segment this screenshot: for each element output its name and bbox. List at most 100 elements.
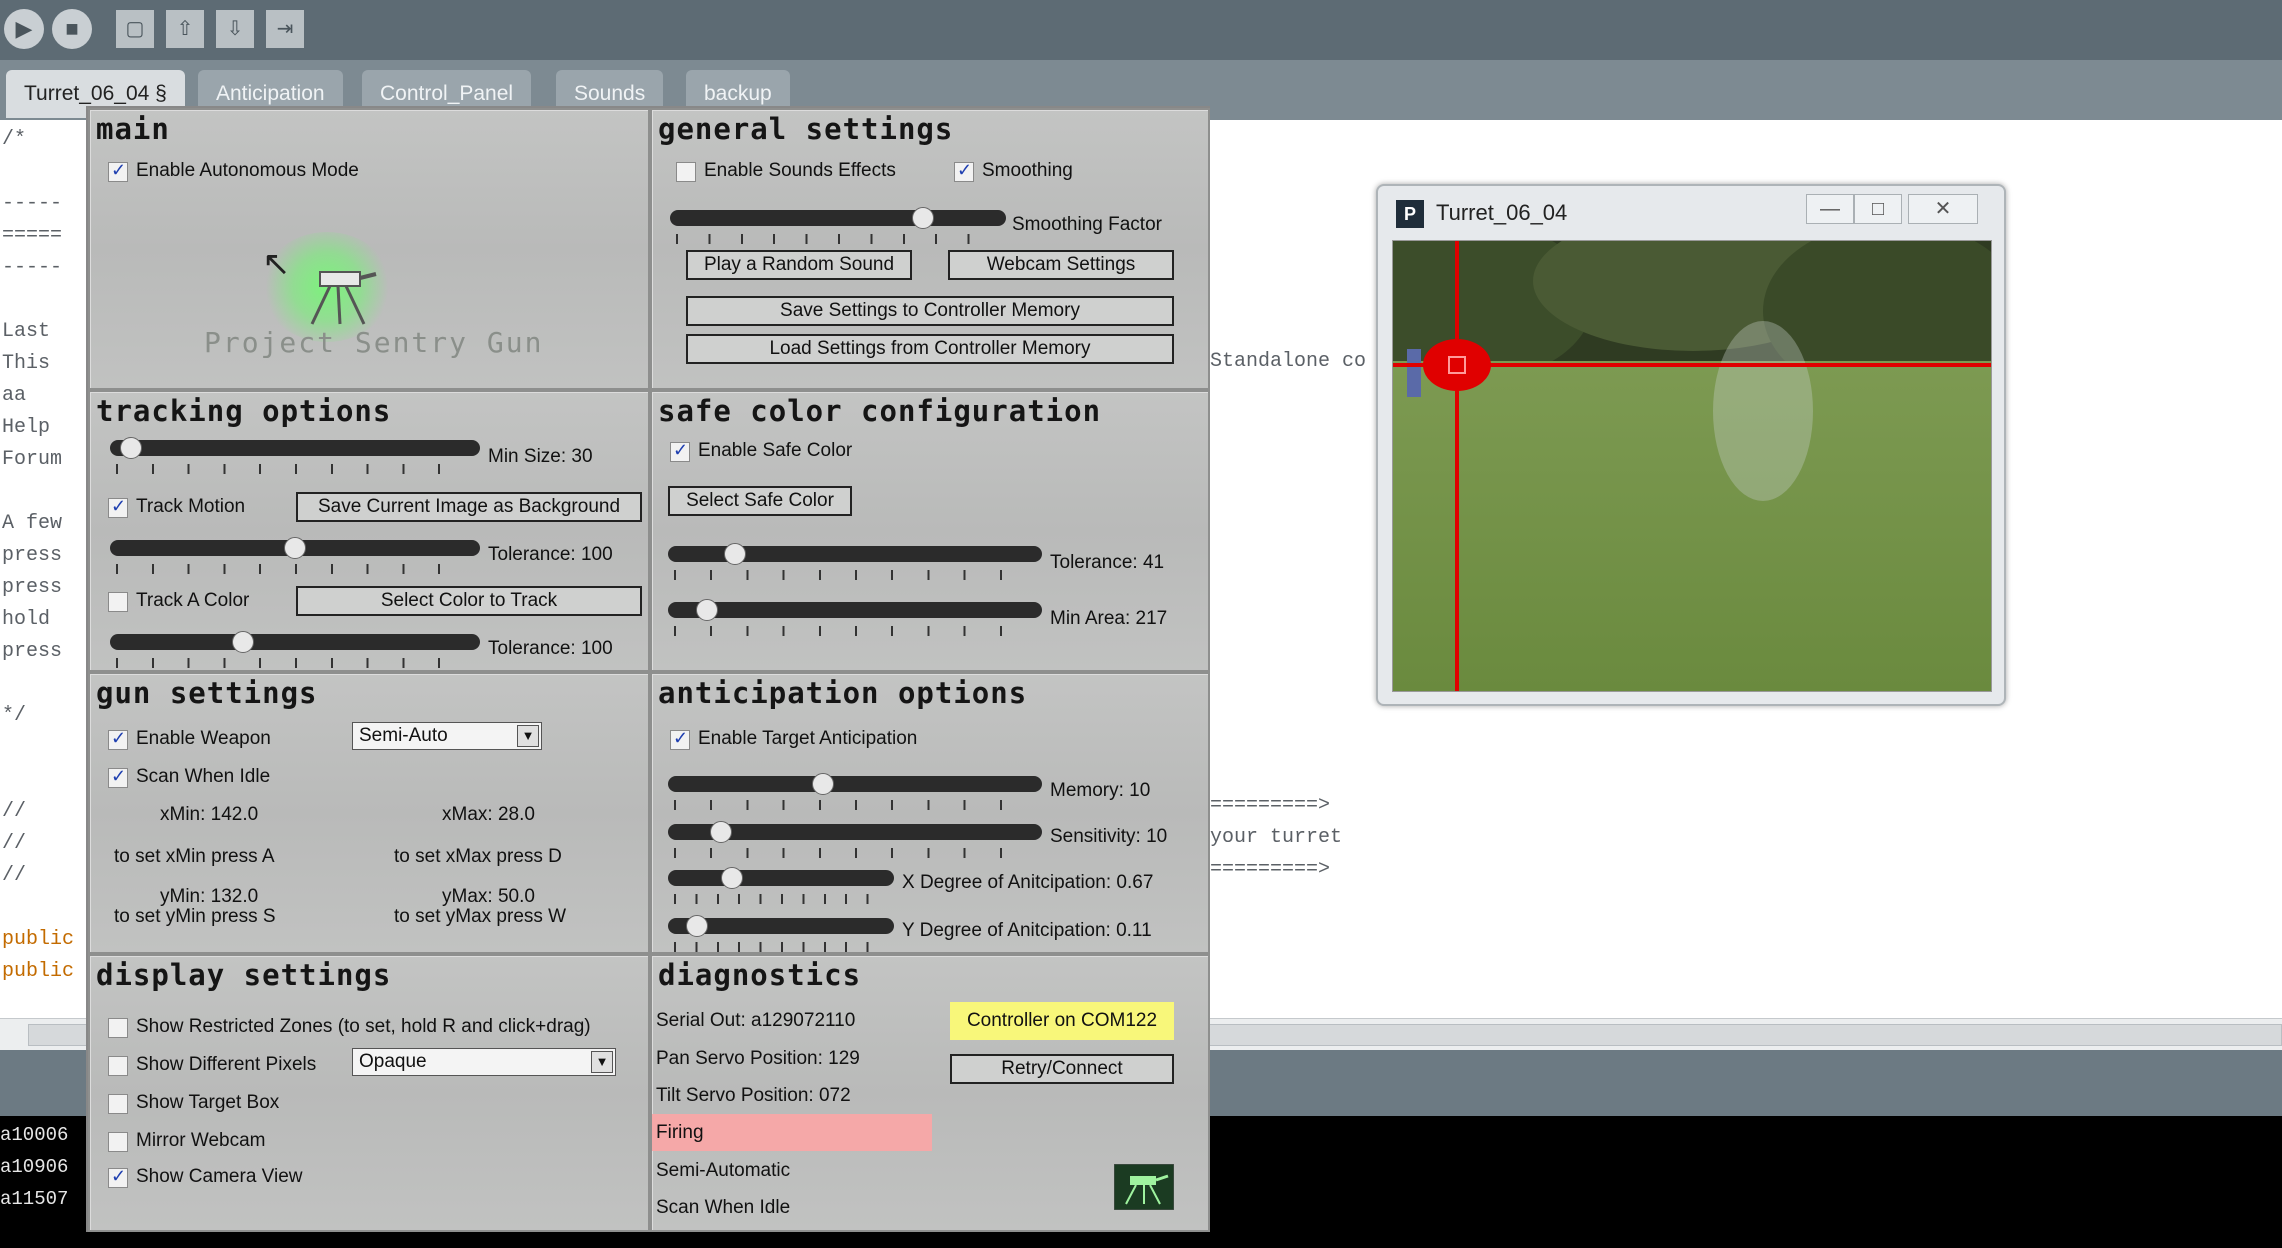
serial-out-status: Serial Out: a129072110 xyxy=(656,1010,856,1031)
open-icon[interactable]: ⇧ xyxy=(166,10,204,48)
save-background-button[interactable]: Save Current Image as Background xyxy=(296,492,642,522)
code-line: // xyxy=(2,864,27,887)
pixel-mode-select[interactable]: Opaque ▼ xyxy=(352,1048,616,1076)
show-different-pixels-checkbox[interactable] xyxy=(108,1056,128,1076)
camera-window: P Turret_06_04 — □ ✕ xyxy=(1376,184,2006,706)
set-xmax-hint: to set xMax press D xyxy=(394,846,562,867)
sensitivity-slider[interactable] xyxy=(668,820,1042,860)
show-target-box-checkbox[interactable] xyxy=(108,1094,128,1114)
code-fragment: Standalone co xyxy=(1210,350,1367,373)
y-degree-slider[interactable] xyxy=(668,914,894,954)
enable-anticipation-label: Enable Target Anticipation xyxy=(698,728,918,749)
display-settings-section: display settings Show Restricted Zones (… xyxy=(88,954,650,1232)
track-color-checkbox[interactable] xyxy=(108,592,128,612)
scan-idle-status: Scan When Idle xyxy=(656,1197,791,1218)
select-safe-color-button[interactable]: Select Safe Color xyxy=(668,486,852,516)
color-tolerance-slider[interactable] xyxy=(110,630,480,670)
gun-settings-section: gun settings Enable Weapon Semi-Auto ▼ Sc… xyxy=(88,672,650,954)
control-panel: main Enable Autonomous Mode Project Sent… xyxy=(86,106,1210,1232)
smoothing-checkbox[interactable] xyxy=(954,160,974,182)
track-motion-label: Track Motion xyxy=(136,496,246,517)
firing-status: Firing xyxy=(652,1114,932,1151)
code-line: // xyxy=(2,800,27,823)
enable-safe-color-checkbox[interactable] xyxy=(670,440,690,462)
run-icon[interactable]: ▶ xyxy=(4,9,44,49)
track-motion-checkbox[interactable] xyxy=(108,496,128,518)
section-title: general settings xyxy=(658,112,954,146)
stop-icon[interactable]: ■ xyxy=(52,9,92,49)
smoothing-factor-slider[interactable] xyxy=(670,206,1006,246)
maximize-icon[interactable]: □ xyxy=(1854,194,1902,224)
target-marker xyxy=(1423,339,1491,391)
mirror-webcam-label: Mirror Webcam xyxy=(136,1130,266,1151)
console-line: a10906 xyxy=(0,1156,69,1178)
show-restricted-zones-checkbox[interactable] xyxy=(108,1018,128,1038)
scan-idle-checkbox[interactable] xyxy=(108,766,128,788)
main-section: main Enable Autonomous Mode Project Sent… xyxy=(88,108,650,390)
chevron-down-icon[interactable]: ▼ xyxy=(517,725,539,747)
code-line: ----- xyxy=(2,256,63,279)
save-icon[interactable]: ⇩ xyxy=(216,10,254,48)
export-icon[interactable]: ⇥ xyxy=(266,10,304,48)
retry-connect-button[interactable]: Retry/Connect xyxy=(950,1054,1174,1084)
load-settings-button[interactable]: Load Settings from Controller Memory xyxy=(686,334,1174,364)
enable-autonomous-checkbox[interactable] xyxy=(108,160,128,182)
section-title: diagnostics xyxy=(658,958,862,992)
code-line: hold xyxy=(2,608,51,631)
code-line: public xyxy=(2,928,75,951)
smoothing-label: Smoothing xyxy=(982,160,1073,181)
section-title: display settings xyxy=(96,958,392,992)
enable-anticipation-checkbox[interactable] xyxy=(670,728,690,750)
chevron-down-icon[interactable]: ▼ xyxy=(591,1051,613,1073)
motion-tolerance-slider[interactable] xyxy=(110,536,480,576)
enable-weapon-label: Enable Weapon xyxy=(136,728,271,749)
sentry-gun-logo-icon xyxy=(310,271,377,325)
smoothing-factor-label: Smoothing Factor xyxy=(1012,214,1162,235)
enable-sounds-checkbox[interactable] xyxy=(676,162,696,182)
minimize-icon[interactable]: — xyxy=(1806,194,1854,224)
close-icon[interactable]: ✕ xyxy=(1908,194,1978,224)
safe-tolerance-label: Tolerance: 41 xyxy=(1050,552,1165,573)
code-line: Forum xyxy=(2,448,63,471)
section-title: tracking options xyxy=(96,394,392,428)
diagnostics-section: diagnostics Serial Out: a129072110 Pan S… xyxy=(650,954,1210,1232)
processing-app-icon: P xyxy=(1396,200,1424,228)
y-degree-label: Y Degree of Anitcipation: 0.11 xyxy=(902,920,1152,941)
console-line: a10006 xyxy=(0,1124,69,1146)
save-settings-button[interactable]: Save Settings to Controller Memory xyxy=(686,296,1174,326)
x-degree-slider[interactable] xyxy=(668,866,894,906)
webcam-frame xyxy=(1393,241,1991,691)
pan-servo-status: Pan Servo Position: 129 xyxy=(656,1048,860,1069)
min-area-slider[interactable] xyxy=(668,598,1042,638)
code-line: /* xyxy=(2,128,27,151)
camera-view xyxy=(1392,240,1992,692)
pixel-mode-value: Opaque xyxy=(359,1051,427,1072)
set-ymin-hint: to set yMin press S xyxy=(114,906,276,927)
fire-mode-value: Semi-Auto xyxy=(359,725,448,746)
code-line: ----- xyxy=(2,192,63,215)
code-line: A few xyxy=(2,512,63,535)
set-xmin-hint: to set xMin press A xyxy=(114,846,275,867)
scan-idle-label: Scan When Idle xyxy=(136,766,271,787)
code-line: public xyxy=(2,960,75,983)
code-line: press xyxy=(2,576,63,599)
code-line: aa xyxy=(2,384,27,407)
fire-mode-select[interactable]: Semi-Auto ▼ xyxy=(352,722,542,750)
new-file-icon[interactable]: ▢ xyxy=(116,10,154,48)
section-title: safe color configuration xyxy=(658,394,1102,428)
webcam-settings-button[interactable]: Webcam Settings xyxy=(948,250,1174,280)
play-random-sound-button[interactable]: Play a Random Sound xyxy=(686,250,912,280)
min-size-slider[interactable] xyxy=(110,436,480,476)
show-camera-view-checkbox[interactable] xyxy=(108,1166,128,1188)
safe-color-section: safe color configuration Enable Safe Col… xyxy=(650,390,1210,672)
safe-tolerance-slider[interactable] xyxy=(668,542,1042,582)
mirror-webcam-checkbox[interactable] xyxy=(108,1132,128,1152)
logo-text: Project Sentry Gun xyxy=(204,326,544,359)
memory-slider[interactable] xyxy=(668,772,1042,812)
enable-weapon-checkbox[interactable] xyxy=(108,728,128,750)
set-ymax-hint: to set yMax press W xyxy=(394,906,567,927)
show-restricted-zones-label: Show Restricted Zones (to set, hold R an… xyxy=(136,1016,591,1037)
tracking-options-section: tracking options Min Size: 30 Track Moti… xyxy=(88,390,650,672)
select-color-button[interactable]: Select Color to Track xyxy=(296,586,642,616)
window-title: Turret_06_04 xyxy=(1436,200,1568,225)
